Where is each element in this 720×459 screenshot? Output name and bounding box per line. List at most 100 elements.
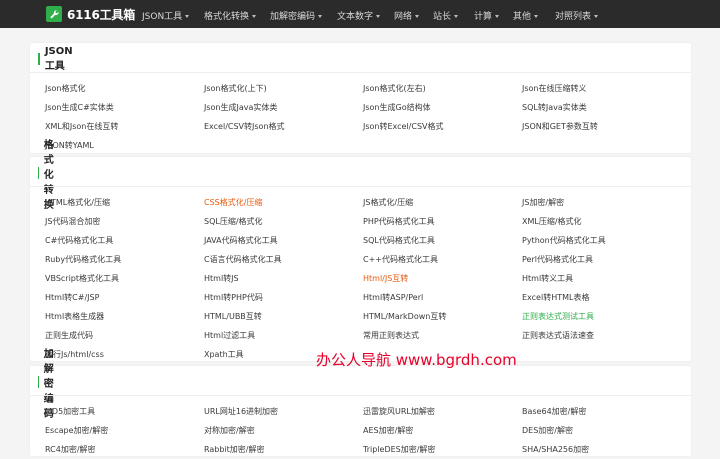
site-logo[interactable]: 6116工具箱 [46, 6, 135, 23]
tool-link[interactable]: C语言代码格式化工具 [204, 250, 363, 269]
nav-item[interactable]: JSON工具 [142, 9, 190, 22]
tool-link[interactable]: XML压缩/格式化 [522, 212, 681, 231]
tool-link[interactable]: VBScript格式化工具 [45, 269, 204, 288]
caret-down-icon [415, 14, 420, 18]
tool-link[interactable]: Excel/CSV转Json格式 [204, 117, 363, 136]
tool-link[interactable]: Python代码格式化工具 [522, 231, 681, 250]
tool-link[interactable]: Ruby代码格式化工具 [45, 250, 204, 269]
section-title-text: JSON工具 [44, 46, 73, 72]
section-accent-bar [38, 167, 39, 179]
tool-link[interactable]: Json格式化 [45, 79, 204, 98]
tool-link[interactable]: 对称加密/解密 [204, 421, 363, 440]
tool-link[interactable]: CSS格式化/压缩 [204, 193, 363, 212]
nav-item-label: 对照列表 [555, 12, 592, 22]
caret-down-icon [454, 14, 459, 18]
tool-link[interactable]: HTML/MarkDown互转 [363, 307, 522, 326]
caret-down-icon [252, 14, 257, 18]
tool-link[interactable]: DES加密/解密 [522, 421, 681, 440]
tool-link[interactable]: RC4加密/解密 [45, 440, 204, 459]
tool-link[interactable]: Json在线压缩转义 [522, 79, 681, 98]
nav-item[interactable]: 站长 [433, 9, 459, 22]
watermark: 办公人导航 www.bgrdh.com [316, 351, 517, 369]
section-title: 格式化转换 [38, 140, 56, 211]
tool-section: 格式化转换 HTML格式化/压缩 CSS格式化/压缩 JS格式化/压缩 JS加密/解密 J… [30, 140, 691, 364]
section-title: JSON工具 [38, 46, 74, 72]
tool-link[interactable]: MD5加密工具 [45, 402, 204, 421]
caret-down-icon [594, 14, 599, 18]
nav-item-label: 站长 [433, 12, 452, 22]
tool-link[interactable]: Json格式化(左右) [363, 79, 522, 98]
wrench-icon [46, 6, 62, 22]
tool-link[interactable]: URL网址16进制加密 [204, 402, 363, 421]
tool-link[interactable]: Json格式化(上下) [204, 79, 363, 98]
tool-link[interactable]: PHP代码格式化工具 [363, 212, 522, 231]
tool-link[interactable]: Html过滤工具 [204, 326, 363, 345]
tool-link[interactable]: Html转JS [204, 269, 363, 288]
tool-link[interactable]: Perl代码格式化工具 [522, 250, 681, 269]
tool-link[interactable]: Html表格生成器 [45, 307, 204, 326]
nav-item[interactable]: 对照列表 [555, 9, 599, 22]
tool-link[interactable]: JS格式化/压缩 [363, 193, 522, 212]
section-divider [30, 72, 691, 73]
tool-link[interactable]: Html转PHP代码 [204, 288, 363, 307]
section-divider [30, 186, 691, 187]
tool-link[interactable]: 正则表达式测试工具 [522, 307, 681, 326]
tool-link[interactable]: 常用正则表达式 [363, 326, 522, 345]
nav-item-label: 加解密编码 [270, 12, 316, 22]
tool-link[interactable]: JAVA代码格式化工具 [204, 231, 363, 250]
tool-link[interactable]: 运行Js/html/css [45, 345, 204, 364]
caret-down-icon [534, 14, 539, 18]
tool-link[interactable]: Escape加密/解密 [45, 421, 204, 440]
nav-item-label: JSON工具 [142, 12, 183, 22]
nav-item[interactable]: 计算 [474, 9, 500, 22]
tool-link[interactable]: Html转ASP/Perl [363, 288, 522, 307]
tool-grid: Json格式化 Json格式化(上下) Json格式化(左右) Json在线压缩转义 J… [45, 79, 681, 155]
top-navbar: 6116工具箱 JSON工具 格式化转换 加解密编码 文本数字 网络 站长 计算 其他 对照列表 [0, 0, 720, 28]
section-accent-bar [38, 53, 40, 65]
tool-link[interactable]: JSON转YAML [45, 136, 204, 155]
tool-link[interactable]: Json生成Go结构体 [363, 98, 522, 117]
tool-link[interactable]: Html转义工具 [522, 269, 681, 288]
tool-link[interactable]: JS代码混合加密 [45, 212, 204, 231]
nav-item-label: 文本数字 [337, 12, 374, 22]
section-accent-bar [38, 376, 39, 388]
nav-item-label: 格式化转换 [204, 12, 250, 22]
tool-link[interactable]: XML和Json在线互转 [45, 117, 204, 136]
nav-item[interactable]: 文本数字 [337, 9, 381, 22]
tool-link[interactable]: SQL压缩/格式化 [204, 212, 363, 231]
tool-link[interactable]: C#代码格式化工具 [45, 231, 204, 250]
tool-link[interactable]: JSON和GET参数互转 [522, 117, 681, 136]
tool-link[interactable]: Rabbit加密/解密 [204, 440, 363, 459]
section-title: 加解密编码 [38, 349, 56, 420]
tool-link[interactable]: SHA/SHA256加密 [522, 440, 681, 459]
caret-down-icon [495, 14, 500, 18]
tool-link[interactable]: Html转C#/JSP [45, 288, 204, 307]
nav-item[interactable]: 其他 [513, 9, 539, 22]
tool-link[interactable]: Json转Excel/CSV格式 [363, 117, 522, 136]
tool-link[interactable]: TripleDES加密/解密 [363, 440, 522, 459]
tool-section: JSON工具 Json格式化 Json格式化(上下) Json格式化(左右) Json在… [30, 43, 691, 153]
tool-link[interactable]: 正则表达式语法速查 [522, 326, 681, 345]
nav-item[interactable]: 网络 [394, 9, 420, 22]
tool-link[interactable]: Json生成Java实体类 [204, 98, 363, 117]
tool-link[interactable]: Html/JS互转 [363, 269, 522, 288]
tool-link[interactable]: HTML/UBB互转 [204, 307, 363, 326]
tool-link[interactable]: Excel转HTML表格 [522, 288, 681, 307]
tool-link[interactable]: SQL代码格式化工具 [363, 231, 522, 250]
tool-link[interactable]: Base64加密/解密 [522, 402, 681, 421]
tool-grid: HTML格式化/压缩 CSS格式化/压缩 JS格式化/压缩 JS加密/解密 JS代码混合… [45, 193, 681, 364]
nav-item-label: 网络 [394, 12, 413, 22]
tool-link[interactable]: Json生成C#实体类 [45, 98, 204, 117]
tool-link[interactable]: HTML格式化/压缩 [45, 193, 204, 212]
caret-down-icon [318, 14, 323, 18]
tool-link[interactable]: 正则生成代码 [45, 326, 204, 345]
nav-item[interactable]: 加解密编码 [270, 9, 323, 22]
tool-link[interactable]: C++代码格式化工具 [363, 250, 522, 269]
tool-link[interactable]: JS加密/解密 [522, 193, 681, 212]
tool-link[interactable]: AES加密/解密 [363, 421, 522, 440]
tool-link[interactable]: 迅雷旋风URL加解密 [363, 402, 522, 421]
logo-text: 6116工具箱 [67, 7, 135, 22]
nav-item[interactable]: 格式化转换 [204, 9, 257, 22]
tool-section: 加解密编码 MD5加密工具 URL网址16进制加密 迅雷旋风URL加解密 Base64加… [30, 349, 691, 459]
tool-link[interactable]: SQL转Java实体类 [522, 98, 681, 117]
